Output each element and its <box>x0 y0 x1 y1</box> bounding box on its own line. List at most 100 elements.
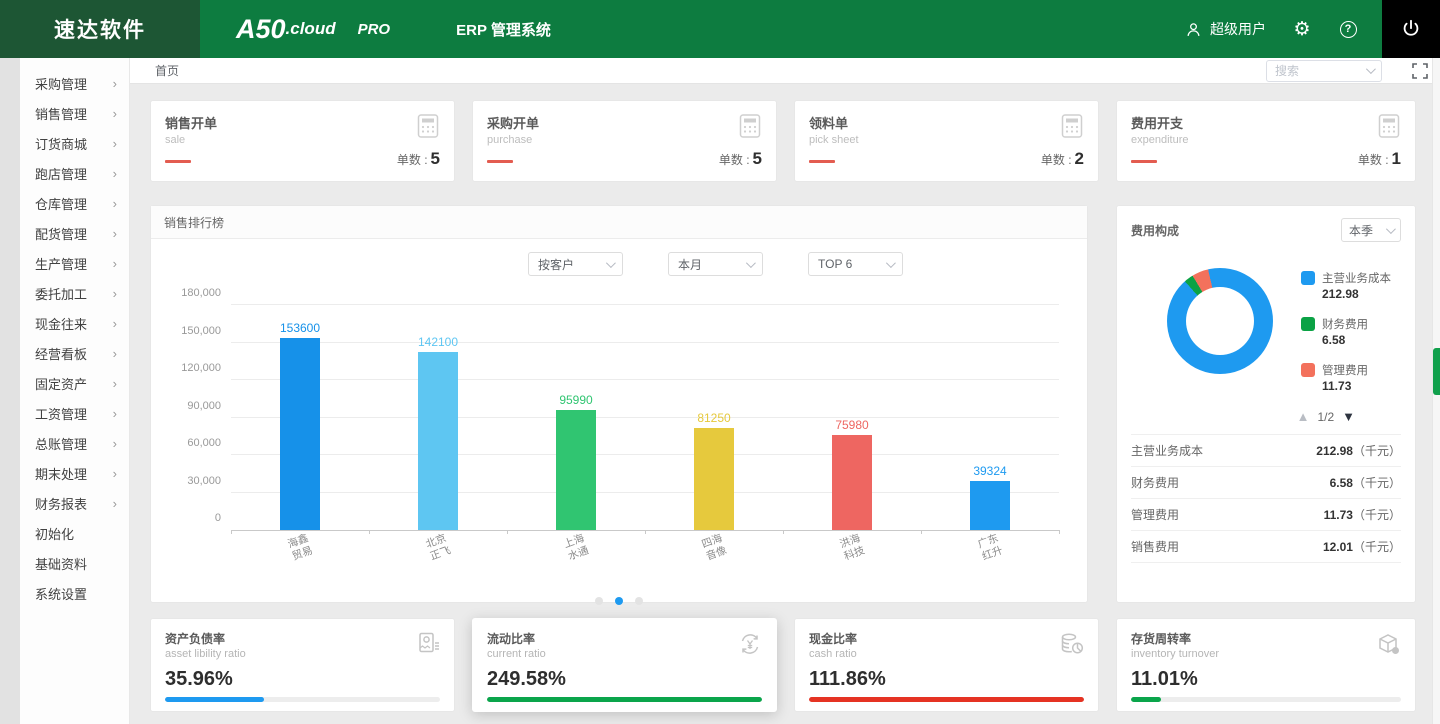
settings-button[interactable]: ⚙ <box>1292 19 1312 39</box>
sidebar-item-label: 总账管理 <box>35 434 87 453</box>
chevron-right-icon: › <box>113 136 117 151</box>
ratio-card-value: 11.01% <box>1131 668 1401 691</box>
legend-item-管理费用[interactable]: 管理费用11.73 <box>1301 362 1391 393</box>
sidebar-item-label: 固定资产 <box>35 374 87 393</box>
sidebar-item-label: 工资管理 <box>35 404 87 423</box>
ratio-card-title: 存货周转率 <box>1131 630 1401 647</box>
topn-select[interactable]: TOP 6 <box>808 252 903 276</box>
sidebar-collapse-strip[interactable] <box>0 58 20 724</box>
help-button[interactable]: ? <box>1338 19 1358 39</box>
sidebar-item-label: 系统设置 <box>35 584 87 603</box>
stat-card-销售开单[interactable]: 销售开单sale 单数 :5 <box>150 100 455 182</box>
header-actions: 超级用户 ⚙ ? <box>1183 0 1382 58</box>
dimension-select[interactable]: 按客户 <box>528 252 623 276</box>
legend-swatch <box>1301 363 1315 377</box>
pager-down-icon[interactable]: ▼ <box>1342 409 1355 424</box>
bar-value-label: 39324 <box>973 464 1006 478</box>
carousel-dot[interactable] <box>595 597 603 605</box>
function-search-select[interactable] <box>1266 60 1382 82</box>
calculator-icon <box>738 113 762 144</box>
sidebar-item-总账管理[interactable]: 总账管理› <box>20 428 129 458</box>
y-axis-tick: 60,000 <box>187 437 221 449</box>
bar-value-label: 153600 <box>280 321 320 335</box>
sidebar-item-生产管理[interactable]: 生产管理› <box>20 248 129 278</box>
expense-donut-row: 主营业务成本212.98 财务费用6.58 管理费用11.73 <box>1131 268 1401 393</box>
logout-button[interactable] <box>1382 0 1440 58</box>
ratio-card-title: 资产负债率 <box>165 630 440 647</box>
cube-icon <box>1376 631 1402 662</box>
red-dash <box>1131 160 1157 163</box>
stat-card-count: 单数 :1 <box>1358 149 1401 169</box>
sidebar-item-初始化[interactable]: 初始化 <box>20 518 129 548</box>
chevron-down-icon <box>606 258 616 268</box>
chevron-down-icon <box>1366 64 1376 74</box>
stat-card-subtitle: expenditure <box>1131 134 1401 146</box>
bar-chart-x-labels: 海鑫贸易北京正飞上海水通四海音像洪海科技广东红升 <box>231 535 1059 561</box>
ratio-card-流动比率[interactable]: 流动比率current ratio 249.58% <box>472 618 777 712</box>
stat-card-subtitle: pick sheet <box>809 134 1084 146</box>
sidebar-item-委托加工[interactable]: 委托加工› <box>20 278 129 308</box>
ratio-progress-track <box>165 697 440 702</box>
legend-item-财务费用[interactable]: 财务费用6.58 <box>1301 316 1391 347</box>
stat-card-title: 销售开单 <box>165 113 440 132</box>
sidebar-item-期末处理[interactable]: 期末处理› <box>20 458 129 488</box>
bar-column: 142100 <box>369 306 507 530</box>
sidebar-item-工资管理[interactable]: 工资管理› <box>20 398 129 428</box>
dimension-select-value: 按客户 <box>538 256 574 273</box>
period-select[interactable]: 本月 <box>668 252 763 276</box>
sidebar-nav: 采购管理›销售管理›订货商城›跑店管理›仓库管理›配货管理›生产管理›委托加工›… <box>20 58 130 724</box>
legend-item-主营业务成本[interactable]: 主营业务成本212.98 <box>1301 270 1391 301</box>
app-header: 速达软件 A50 .cloud PRO ERP 管理系统 超级用户 ⚙ ? <box>0 0 1440 58</box>
stat-card-领料单[interactable]: 领料单pick sheet 单数 :2 <box>794 100 1099 182</box>
ratio-card-资产负债率[interactable]: 资产负债率asset libility ratio 35.96% <box>150 618 455 712</box>
bar-value-label: 75980 <box>835 418 868 432</box>
chevron-right-icon: › <box>113 496 117 511</box>
sidebar-item-采购管理[interactable]: 采购管理› <box>20 68 129 98</box>
stat-card-采购开单[interactable]: 采购开单purchase 单数 :5 <box>472 100 777 182</box>
sales-panel-header: 销售排行榜 <box>151 206 1087 239</box>
carousel-dot[interactable] <box>615 597 623 605</box>
stat-card-费用开支[interactable]: 费用开支expenditure 单数 :1 <box>1116 100 1416 182</box>
sidebar-item-label: 仓库管理 <box>35 194 87 213</box>
expense-period-select[interactable]: 本季 <box>1341 218 1401 242</box>
chevron-right-icon: › <box>113 316 117 331</box>
sidebar-item-仓库管理[interactable]: 仓库管理 › <box>20 188 129 218</box>
sidebar-item-订货商城[interactable]: 订货商城› <box>20 128 129 158</box>
brand-name: A50 <box>236 14 286 45</box>
legend-swatch <box>1301 317 1315 331</box>
bar-column: 39324 <box>921 306 1059 530</box>
ratio-card-存货周转率[interactable]: 存货周转率inventory turnover 11.01% <box>1116 618 1416 712</box>
y-axis-tick: 0 <box>215 512 221 524</box>
fullscreen-button[interactable] <box>1412 63 1428 79</box>
chevron-right-icon: › <box>113 166 117 181</box>
stat-card-title: 采购开单 <box>487 113 762 132</box>
x-axis-tick <box>645 530 646 534</box>
expense-legend: 主营业务成本212.98 财务费用6.58 管理费用11.73 <box>1301 270 1391 393</box>
chevron-right-icon: › <box>113 466 117 481</box>
sidebar-item-跑店管理[interactable]: 跑店管理› <box>20 158 129 188</box>
sidebar-item-销售管理[interactable]: 销售管理› <box>20 98 129 128</box>
breadcrumb-home-tab[interactable]: 首页 <box>155 62 179 79</box>
sidebar-item-配货管理[interactable]: 配货管理› <box>20 218 129 248</box>
sidebar-item-现金往来[interactable]: 现金往来› <box>20 308 129 338</box>
ratio-card-value: 35.96% <box>165 668 440 691</box>
y-axis-tick: 120,000 <box>181 362 221 374</box>
sidebar-item-财务报表[interactable]: 财务报表› <box>20 488 129 518</box>
sidebar-item-经营看板[interactable]: 经营看板› <box>20 338 129 368</box>
ratio-card-subtitle: inventory turnover <box>1131 648 1401 660</box>
sidebar-item-label: 经营看板 <box>35 344 87 363</box>
ratio-card-subtitle: asset libility ratio <box>165 648 440 660</box>
user-menu[interactable]: 超级用户 <box>1183 19 1266 39</box>
stat-card-subtitle: sale <box>165 134 440 146</box>
pager-up-icon[interactable]: ▲ <box>1297 409 1310 424</box>
ratio-card-现金比率[interactable]: 现金比率cash ratio 111.86% <box>794 618 1099 712</box>
search-input[interactable] <box>1275 64 1355 78</box>
carousel-dot[interactable] <box>635 597 643 605</box>
sidebar-item-label: 销售管理 <box>35 104 87 123</box>
brand-area: A50 .cloud PRO ERP 管理系统 <box>200 0 1183 58</box>
sidebar-item-基础资料[interactable]: 基础资料 <box>20 548 129 578</box>
chevron-right-icon: › <box>113 196 117 211</box>
sidebar-item-固定资产[interactable]: 固定资产› <box>20 368 129 398</box>
sidebar-item-系统设置[interactable]: 系统设置 <box>20 578 129 608</box>
feedback-tab[interactable] <box>1433 348 1440 395</box>
